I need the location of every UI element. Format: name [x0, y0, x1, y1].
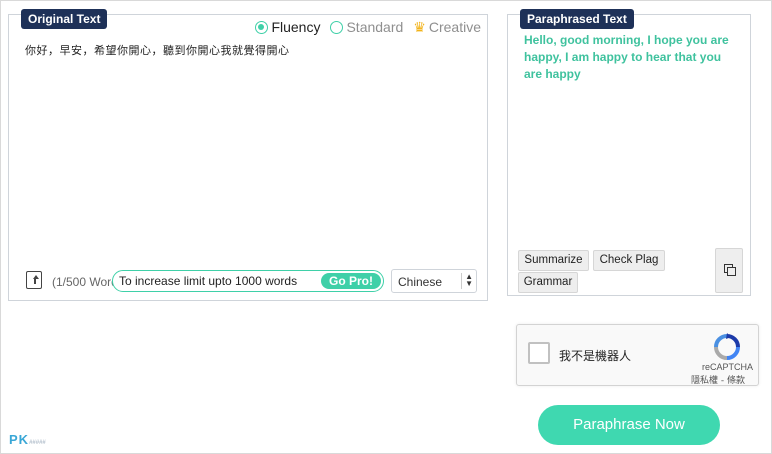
recaptcha-label: 我不是機器人 — [559, 349, 632, 363]
go-pro-button[interactable]: Go Pro! — [321, 273, 381, 289]
mode-creative[interactable]: ♛ Creative — [413, 19, 481, 35]
recaptcha-brand: reCAPTCHA — [702, 362, 754, 372]
radio-unselected-icon[interactable] — [330, 20, 344, 34]
paraphrased-text-tag: Paraphrased Text — [520, 9, 634, 29]
recaptcha-checkbox[interactable] — [528, 342, 550, 364]
radio-selected-icon[interactable] — [255, 20, 269, 34]
recaptcha-logo-icon — [714, 333, 740, 360]
language-value: Chinese — [398, 275, 443, 289]
mode-selector: Fluency Standard ♛ Creative — [255, 19, 481, 35]
summarize-button[interactable]: Summarize — [518, 250, 589, 271]
paraphrased-text-panel: Paraphrased Text Hello, good morning, I … — [507, 9, 751, 296]
watermark-subtext: ##### — [29, 440, 46, 446]
watermark-logo: PK##### — [9, 432, 46, 447]
limit-text: To increase limit upto 1000 words — [119, 274, 298, 288]
watermark-text: PK — [9, 432, 30, 447]
recaptcha-links[interactable]: 隱私權 - 條款 — [691, 373, 745, 386]
check-plag-button[interactable]: Check Plag — [593, 250, 665, 271]
original-text-input[interactable]: 你好，早安，希望你開心，聽到你開心我就覺得開心 — [25, 42, 290, 58]
upload-file-icon[interactable] — [26, 271, 42, 289]
language-select[interactable]: Chinese ▲ ▼ — [391, 269, 477, 293]
paraphrased-output: Hello, good morning, I hope you are happ… — [524, 33, 729, 81]
mode-standard[interactable]: Standard — [330, 19, 403, 35]
recaptcha-widget: 我不是機器人 reCAPTCHA 隱私權 - 條款 — [516, 324, 759, 386]
original-text-tag: Original Text — [21, 9, 108, 29]
paraphrase-now-button[interactable]: Paraphrase Now — [538, 405, 720, 445]
mode-fluency[interactable]: Fluency — [255, 19, 320, 35]
copy-icon — [724, 264, 736, 276]
crown-icon: ♛ — [413, 19, 426, 35]
mode-fluency-label: Fluency — [271, 19, 321, 35]
mode-standard-label: Standard — [346, 19, 404, 35]
word-count: (1/500 Words) — [52, 275, 116, 289]
limit-upgrade-banner: To increase limit upto 1000 words Go Pro… — [112, 270, 384, 292]
mode-creative-label: Creative — [428, 19, 481, 35]
copy-button[interactable] — [715, 248, 743, 293]
select-arrows-icon: ▲ ▼ — [461, 273, 473, 289]
grammar-button[interactable]: Grammar — [518, 272, 578, 293]
original-text-panel: Original Text Fluency Standard ♛ Creativ… — [8, 9, 488, 301]
